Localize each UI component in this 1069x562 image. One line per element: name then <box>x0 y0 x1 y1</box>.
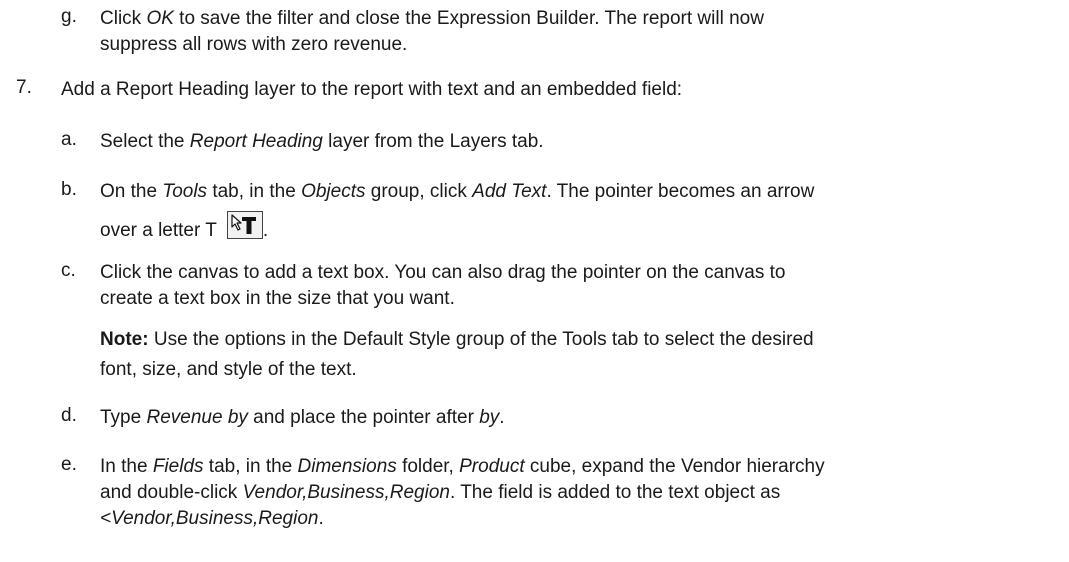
item-text-line: In the Fields tab, in the Dimensions fol… <box>100 456 825 477</box>
note-label: Note: <box>100 329 149 350</box>
item-text-line: Type Revenue by and place the pointer af… <box>100 407 505 428</box>
list-marker: 7. <box>16 77 32 98</box>
list-marker: d. <box>61 405 77 426</box>
list-marker: g. <box>61 6 77 27</box>
item-text-line: On the Tools tab, in the Objects group, … <box>100 181 815 202</box>
list-marker: b. <box>61 179 77 200</box>
list-marker: a. <box>61 129 77 150</box>
item-text-line: over a letter T . <box>100 211 268 244</box>
item-text-line: <Vendor,Business,Region. <box>100 508 324 529</box>
item-text-line: Click the canvas to add a text box. You … <box>100 262 786 283</box>
item-text-line: suppress all rows with zero revenue. <box>100 34 408 55</box>
item-text-line: Select the Report Heading layer from the… <box>100 131 544 152</box>
arrow-over-letter-t-cursor-icon <box>226 211 263 239</box>
document-page: g. Click OK to save the filter and close… <box>0 0 1069 562</box>
item-text-line: Add a Report Heading layer to the report… <box>61 79 683 100</box>
list-marker: e. <box>61 454 77 475</box>
note-text-line: Note: Use the options in the Default Sty… <box>100 329 814 350</box>
item-text-line: create a text box in the size that you w… <box>100 288 455 309</box>
item-text-line: and double-click Vendor,Business,Region.… <box>100 482 781 503</box>
item-text-line: Click OK to save the filter and close th… <box>100 8 764 29</box>
note-text-line: font, size, and style of the text. <box>100 359 357 380</box>
list-marker: c. <box>61 260 76 281</box>
ok-button-reference: OK <box>146 8 174 29</box>
